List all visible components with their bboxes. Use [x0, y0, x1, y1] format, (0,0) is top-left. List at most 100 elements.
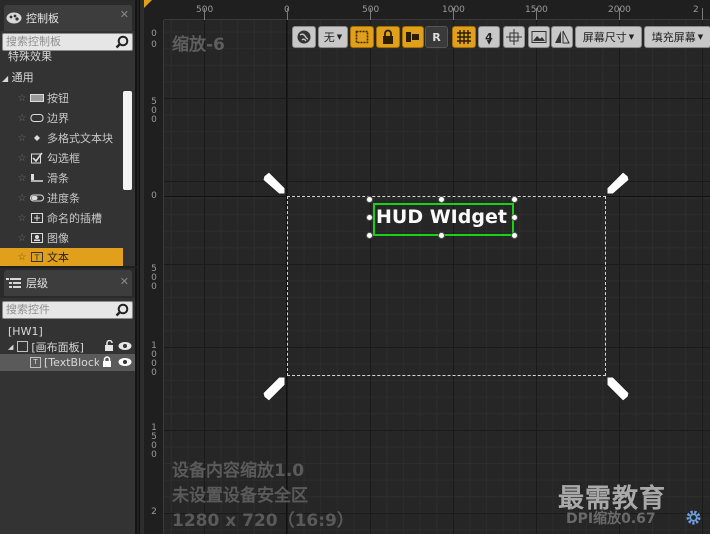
- resize-handle[interactable]: [366, 214, 373, 221]
- tree-item-label: [TextBlock: [44, 356, 99, 369]
- ruler-corner: [144, 0, 164, 20]
- transform-origin-button[interactable]: [503, 26, 525, 48]
- category-label: 通用: [11, 71, 34, 84]
- lock-toggle-button[interactable]: [376, 26, 400, 48]
- favorite-star-icon[interactable]: ☆: [14, 153, 30, 164]
- palette-tab[interactable]: 控制板: [4, 5, 132, 31]
- search-icon[interactable]: [115, 303, 129, 317]
- palette-item-named-slot[interactable]: ☆ 命名的插槽: [0, 208, 123, 228]
- favorite-star-icon[interactable]: ☆: [14, 233, 30, 244]
- visibility-eye-icon[interactable]: [118, 357, 132, 370]
- border-icon: [30, 112, 44, 124]
- canvas-panel-icon: [17, 341, 29, 352]
- favorite-star-icon[interactable]: ☆: [14, 113, 30, 124]
- respect-locks-button[interactable]: R: [425, 26, 448, 48]
- safe-zone-label: 未设置设备安全区: [172, 486, 308, 506]
- favorite-star-icon[interactable]: ☆: [14, 93, 30, 104]
- palette-item-progress-bar[interactable]: ☆ 进度条: [0, 188, 123, 208]
- resize-handle[interactable]: [438, 232, 445, 239]
- favorite-star-icon[interactable]: ☆: [14, 193, 30, 204]
- palette-tab-label: 控制板: [26, 12, 59, 25]
- slider-icon: [30, 172, 44, 184]
- grid-icon: [457, 30, 471, 44]
- favorite-star-icon[interactable]: ☆: [14, 173, 30, 184]
- text-block-icon: T: [30, 357, 41, 368]
- palette-item-label: 进度条: [47, 192, 80, 205]
- designer-canvas[interactable]: 500 0 500 1000 1500 2000 2 0 0 500 0 500…: [144, 0, 710, 534]
- tree-canvas-item[interactable]: ◢ [画布面板]: [0, 338, 135, 355]
- outline-toggle-button[interactable]: [350, 26, 374, 48]
- close-icon[interactable]: ✕: [120, 275, 129, 288]
- palette-search-placeholder: 搜索控制板: [6, 35, 61, 48]
- zoom-level-label: 缩放-6: [172, 35, 225, 55]
- palette-item-label: 命名的插槽: [47, 212, 102, 225]
- category-special-effects[interactable]: 特殊效果: [0, 50, 123, 64]
- none-option-button[interactable]: 无 ▼: [318, 26, 348, 48]
- resize-handle[interactable]: [438, 196, 445, 203]
- palette-search-input[interactable]: 搜索控制板: [2, 33, 133, 51]
- resize-handle[interactable]: [366, 232, 373, 239]
- move-arrows-icon: [506, 29, 522, 45]
- favorite-star-icon[interactable]: ☆: [14, 133, 30, 144]
- palette-item-rich-text[interactable]: ☆ 多格式文本块: [0, 128, 123, 148]
- search-icon[interactable]: [115, 35, 129, 49]
- palette-scrollbar[interactable]: [123, 91, 132, 190]
- gear-icon[interactable]: [685, 509, 702, 526]
- fill-screen-dropdown[interactable]: 填充屏幕 ▼: [644, 26, 710, 48]
- ruler-label: 0: [151, 40, 157, 50]
- checkbox-icon: [30, 152, 44, 164]
- resize-handle[interactable]: [511, 214, 518, 221]
- favorite-star-icon[interactable]: ☆: [14, 252, 30, 263]
- mirror-button[interactable]: [551, 26, 573, 48]
- category-common[interactable]: ◢ 通用: [0, 68, 123, 87]
- named-slot-icon: [30, 212, 44, 224]
- screen-size-dropdown[interactable]: 屏幕尺寸 ▼: [575, 26, 642, 48]
- grid-snap-value-dropdown[interactable]: 4 ▼: [478, 26, 500, 48]
- hierarchy-tab-label: 层级: [26, 277, 48, 290]
- anchor-bottom-right-icon[interactable]: [607, 375, 629, 401]
- progress-bar-icon: [30, 192, 44, 204]
- palette-item-border[interactable]: ☆ 边界: [0, 108, 123, 128]
- palette-tabbar: 控制板 ✕: [0, 0, 135, 31]
- anchor-top-right-icon[interactable]: [607, 172, 629, 198]
- unlock-icon[interactable]: [103, 339, 115, 355]
- visibility-eye-icon[interactable]: [118, 341, 132, 354]
- device-content-scale-label: 设备内容缩放1.0: [172, 461, 305, 481]
- close-icon[interactable]: ✕: [120, 8, 129, 21]
- anchor-bottom-left-icon[interactable]: [263, 375, 285, 401]
- ruler-label: 1000: [151, 341, 157, 378]
- favorite-star-icon[interactable]: ☆: [14, 213, 30, 224]
- ruler-label: 2: [151, 507, 157, 517]
- button-icon: [30, 92, 44, 104]
- ruler-label: 0: [151, 191, 157, 201]
- palette-item-label: 文本: [47, 251, 69, 264]
- resize-handle[interactable]: [511, 232, 518, 239]
- resize-handle[interactable]: [511, 196, 518, 203]
- anchor-top-left-icon[interactable]: [263, 172, 285, 198]
- landscape-icon: [531, 31, 547, 43]
- hierarchy-tabbar: 层级 ✕: [0, 268, 135, 298]
- tree-textblock-item[interactable]: T [TextBlock: [0, 354, 135, 371]
- lock-icon[interactable]: [101, 356, 113, 371]
- hierarchy-tab[interactable]: 层级: [4, 270, 132, 296]
- none-option-label: 无: [323, 31, 335, 44]
- hierarchy-search-input[interactable]: 搜索控件: [2, 301, 133, 319]
- hud-widget-text[interactable]: HUD WIdget: [376, 206, 507, 228]
- palette-item-text[interactable]: ☆ T 文本: [0, 248, 123, 266]
- background-image-button[interactable]: [528, 26, 550, 48]
- transform-toggle-button[interactable]: [402, 26, 424, 48]
- palette-icon: [6, 12, 22, 24]
- grid-snap-toggle-button[interactable]: [452, 26, 476, 48]
- palette-item-label: 多格式文本块: [47, 132, 113, 145]
- palette-item-checkbox[interactable]: ☆ 勾选框: [0, 148, 123, 168]
- world-space-button[interactable]: [292, 26, 316, 48]
- text-icon: T: [30, 251, 44, 263]
- resize-handle[interactable]: [366, 196, 373, 203]
- lock-icon: [383, 29, 393, 44]
- transform-icon: [406, 32, 419, 42]
- palette-item-slider[interactable]: ☆ 滑条: [0, 168, 123, 188]
- collapse-arrow-icon[interactable]: ◢: [8, 343, 13, 351]
- ruler-left: 0 0 500 0 500 1000 1500 2: [144, 20, 164, 534]
- palette-item-button[interactable]: ☆ 按钮: [0, 88, 123, 108]
- palette-item-image[interactable]: ☆ 图像: [0, 228, 123, 248]
